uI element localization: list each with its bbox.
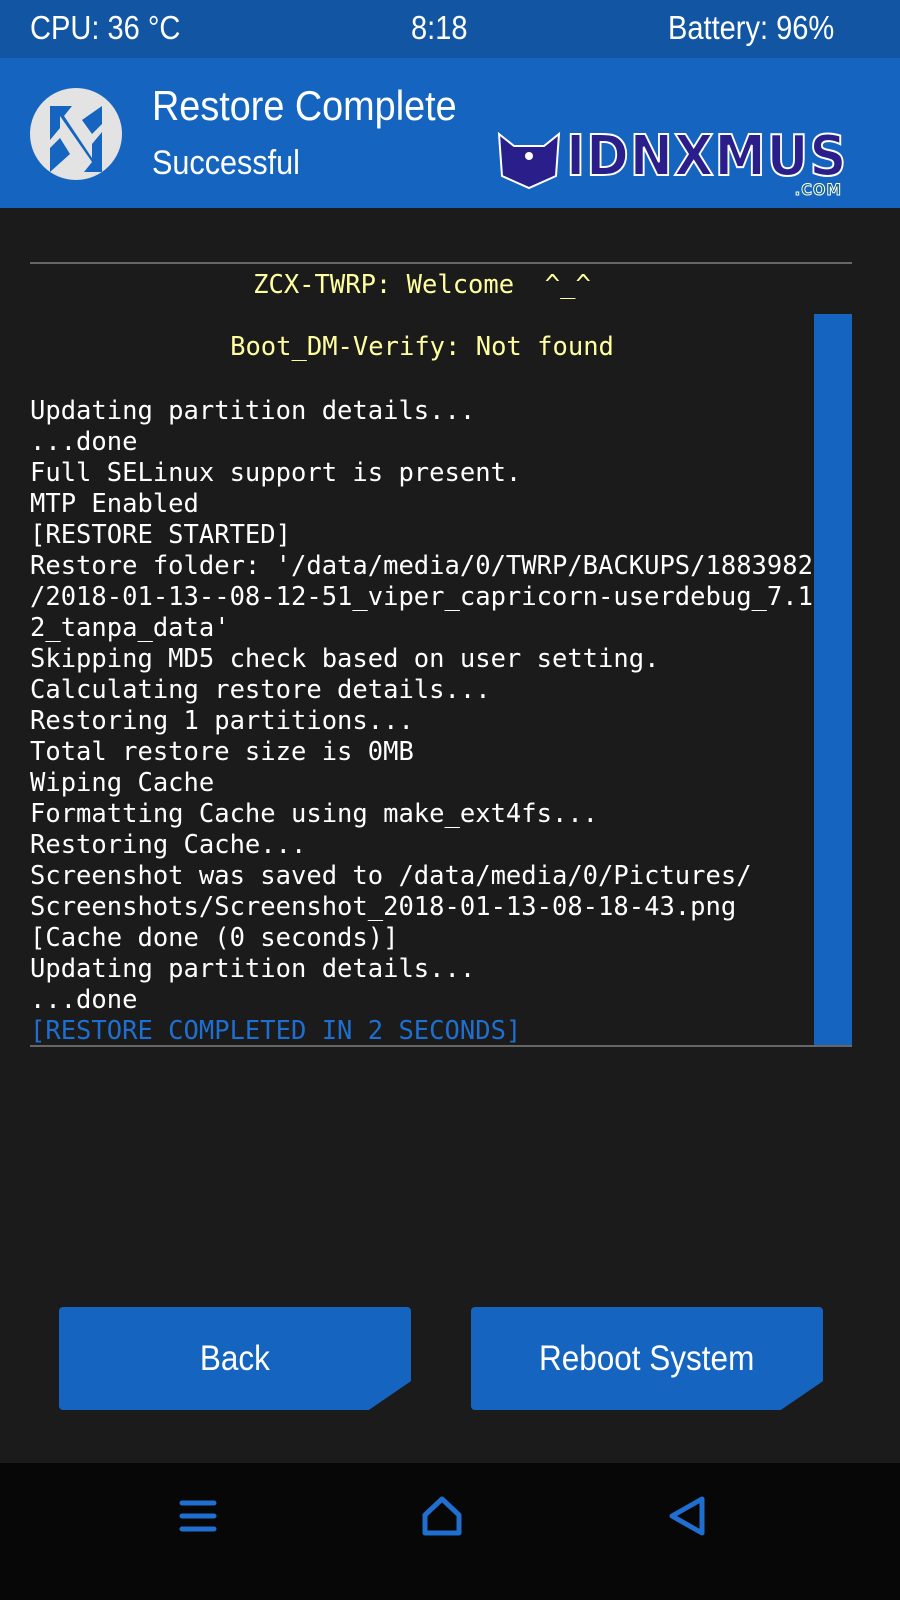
log-lines: Updating partition details... ...done Full… [30,396,814,1046]
back-button[interactable]: Back [59,1307,411,1410]
log-line: Restore folder: '/data/media/0/TWRP/BACK… [30,551,813,581]
cpu-temp: CPU: 36 °C [30,9,181,46]
log-line: Screenshot was saved to /data/media/0/Pi… [30,861,752,891]
log-line: [Cache done (0 seconds)] [30,923,399,953]
log-line: Restoring Cache... [30,830,307,860]
restore-completed-line: [RESTORE COMPLETED IN 2 SECONDS] [30,1016,522,1046]
page-subtitle: Successful [152,144,300,182]
page-title: Restore Complete [152,82,457,129]
log-line: Skipping MD5 check based on user setting… [30,644,660,674]
dm-verify-message: Boot_DM-Verify: Not found [230,332,614,362]
console-scrollbar[interactable] [814,314,852,1045]
log-line: ...done [30,985,138,1015]
log-line: MTP Enabled [30,489,199,519]
log-line: 2_tanpa_data' [30,613,230,643]
log-line: Wiping Cache [30,768,215,798]
back-button-label: Back [199,1338,271,1378]
log-line: Restoring 1 partitions... [30,706,414,736]
reboot-system-button[interactable]: Reboot System [471,1307,823,1410]
log-line: Total restore size is 0MB [30,737,414,767]
log-line: Formatting Cache using make_ext4fs... [30,799,599,829]
reboot-button-label: Reboot System [539,1338,755,1378]
log-line: Calculating restore details... [30,675,491,705]
watermark: IDNXMUS .COM [565,123,848,200]
log-line: Full SELinux support is present. [30,458,522,488]
console-log: ZCX-TWRP: Welcome ^_^ Boot_DM-Verify: No… [30,262,852,1047]
back-icon[interactable] [666,1495,708,1537]
watermark-mascot-icon [497,131,561,190]
log-line: Screenshots/Screenshot_2018-01-13-08-18-… [30,892,737,922]
header: Restore Complete Successful IDNXMUS .COM [0,58,900,208]
log-line: Updating partition details... [30,396,476,426]
log-line: Updating partition details... [30,954,476,984]
status-bar: CPU: 36 °C 8:18 Battery: 96% [0,0,900,58]
log-line: [RESTORE STARTED] [30,520,291,550]
clock: 8:18 [411,9,468,46]
navigation-bar [0,1463,900,1600]
battery-level: Battery: 96% [668,9,835,46]
twrp-logo-icon [30,88,122,180]
home-icon[interactable] [421,1495,463,1537]
welcome-message: ZCX-TWRP: Welcome ^_^ [253,270,591,300]
log-line: ...done [30,427,138,457]
log-line: /2018-01-13--08-12-51_viper_capricorn-us… [30,582,813,612]
menu-icon[interactable] [178,1495,218,1537]
